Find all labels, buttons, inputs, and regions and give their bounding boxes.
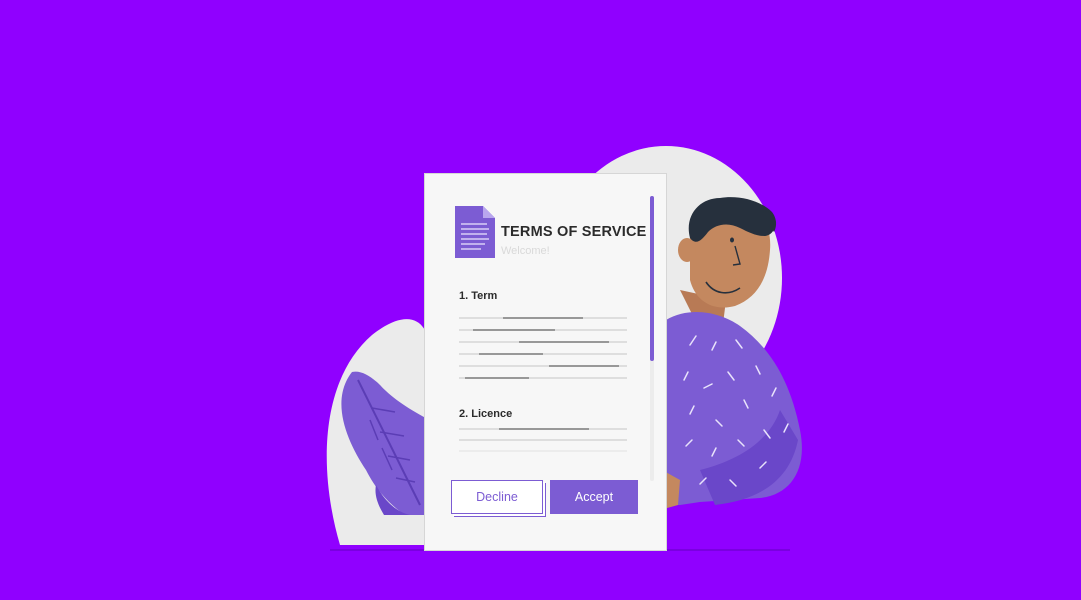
section-heading-licence: 2. Licence: [459, 408, 513, 420]
section-licence-text-lines: [459, 428, 627, 452]
terms-title: TERMS OF SERVICE: [501, 224, 647, 240]
accept-button[interactable]: Accept: [550, 480, 638, 514]
section-term-text-lines: [459, 317, 627, 379]
scrollbar-thumb[interactable]: [650, 196, 654, 361]
terms-card: TERMS OF SERVICE Welcome! 1. Term 2. Lic…: [424, 173, 667, 551]
document-icon: [455, 206, 495, 258]
decline-button[interactable]: Decline: [451, 480, 543, 514]
section-heading-term: 1. Term: [459, 290, 498, 302]
terms-subtitle: Welcome!: [501, 245, 550, 257]
